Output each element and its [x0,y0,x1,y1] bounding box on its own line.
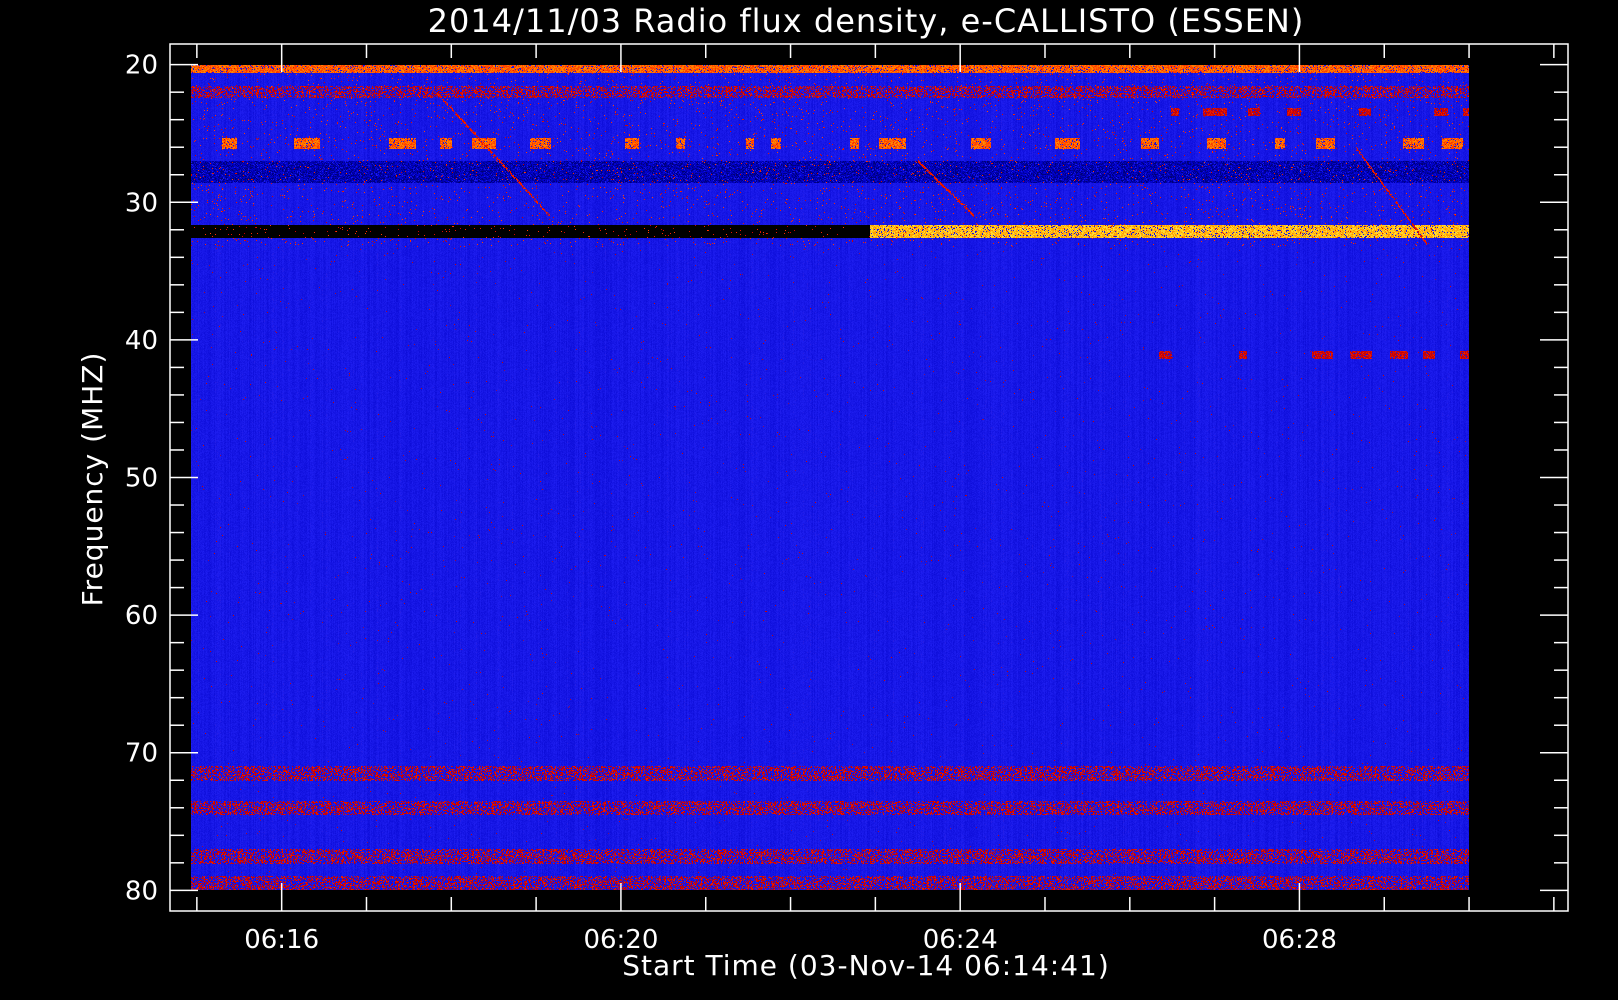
chart-title: 2014/11/03 Radio flux density, e-CALLIST… [428,2,1305,40]
x-tick-label: 06:16 [244,925,319,955]
x-axis-label: Start Time (03-Nov-14 06:14:41) [622,949,1110,982]
plot-frame [169,43,1569,912]
y-tick-label: 80 [125,876,158,906]
y-axis-label: Frequency (MHZ) [76,352,109,607]
x-tick-label: 06:28 [1262,925,1337,955]
tick-layer: 20 30 40 50 60 70 80 06:16 06:20 06:24 06:28 [125,44,1568,955]
y-tick-label: 50 [125,464,158,494]
spectrogram-chart: 2014/11/03 Radio flux density, e-CALLIST… [0,0,1618,1000]
y-tick-label: 20 [125,51,158,81]
x-tick-label: 06:20 [583,925,658,955]
chart-axes: 2014/11/03 Radio flux density, e-CALLIST… [76,2,1569,982]
y-tick-label: 60 [125,601,158,631]
x-tick-label: 06:24 [923,925,998,955]
y-tick-label: 30 [125,188,158,218]
y-tick-label: 70 [125,739,158,769]
y-tick-label: 40 [125,326,158,356]
